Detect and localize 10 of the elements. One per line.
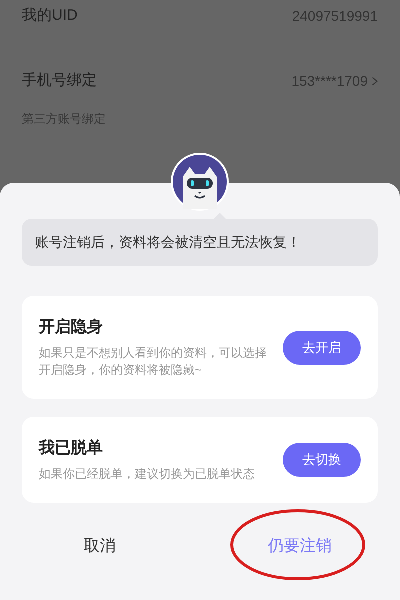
option-title: 开启隐身 <box>39 317 104 338</box>
warning-message: 账号注销后，资料将会被清空且无法恢复！ <box>22 219 378 266</box>
option-description: 如果你已经脱单，建议切换为已脱单状态 <box>39 466 256 483</box>
action-button[interactable]: 去开启 <box>283 330 361 364</box>
setting-label: 手机号绑定 <box>22 70 97 91</box>
setting-label: 我的UID <box>22 6 78 26</box>
action-button[interactable]: 去切换 <box>283 443 361 477</box>
cancel-button[interactable]: 取消 <box>78 529 122 565</box>
option-title: 我已脱单 <box>39 438 104 459</box>
option-description: 如果只是不想别人看到你的资料，可以选择开启隐身，你的资料将被隐藏~ <box>39 345 268 379</box>
